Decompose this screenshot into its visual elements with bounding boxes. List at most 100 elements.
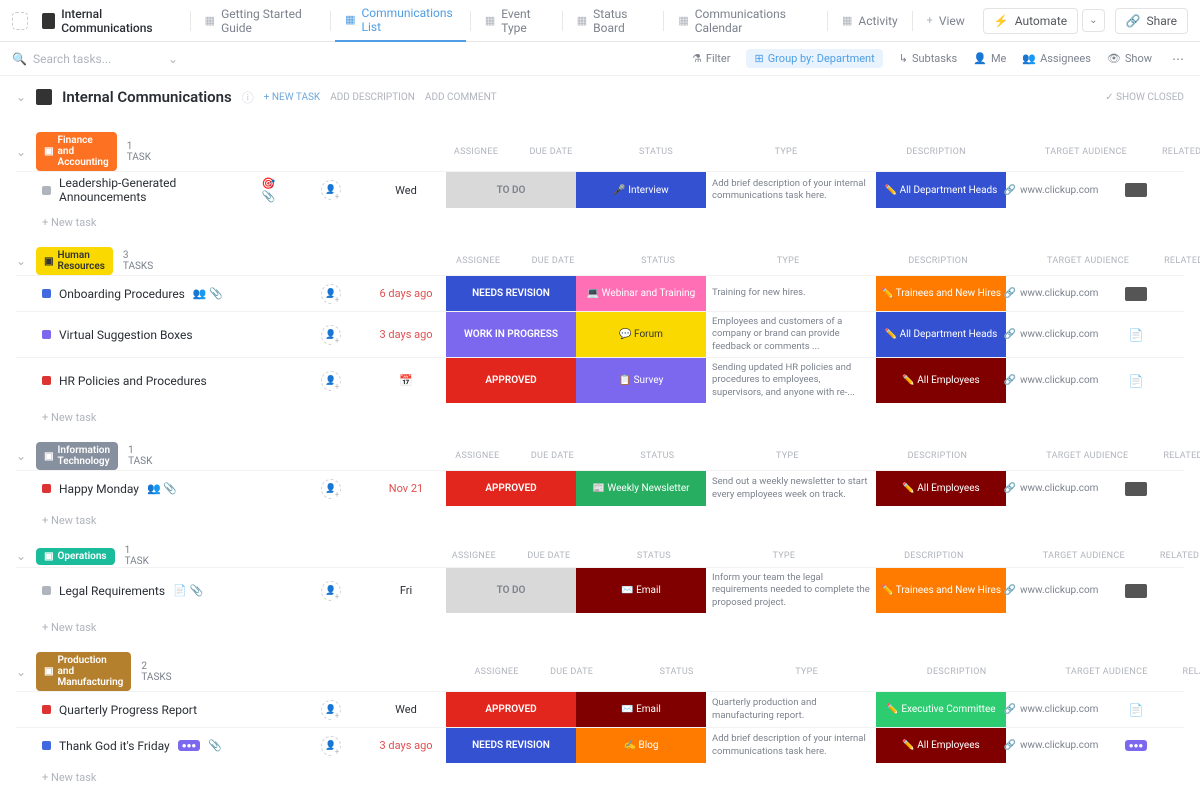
due-date-cell[interactable]: Nov 21 [366,471,446,506]
file-icon[interactable]: 📄 [1129,328,1144,342]
status-square-icon[interactable] [42,741,51,750]
link-cell[interactable]: 🔗www.clickup.com [1006,172,1096,208]
status-square-icon[interactable] [42,289,51,298]
assignee-cell[interactable]: 👤 [296,728,366,763]
file-icon[interactable]: 📄 [1129,703,1144,717]
task-name-cell[interactable]: Thank God it's Friday ●●● 📎 [16,728,296,763]
table-row[interactable]: Virtual Suggestion Boxes 👤 3 days ago WO… [16,311,1184,357]
audience-cell[interactable]: ✏️ Trainees and New Hires [876,568,1006,613]
files-cell[interactable] [1096,172,1176,208]
file-thumbnail[interactable] [1125,584,1147,598]
due-date-cell[interactable]: 6 days ago [366,276,446,311]
automate-dropdown[interactable]: ⌄ [1082,9,1104,32]
info-icon[interactable]: ⓘ [242,89,254,106]
search-input[interactable]: 🔍Search tasks... [12,52,152,66]
assignee-avatar[interactable]: 👤 [321,479,341,499]
file-thumbnail[interactable] [1125,183,1147,197]
file-thumbnail[interactable] [1125,482,1147,496]
tab-communications-calendar[interactable]: ▦Communications Calendar [668,0,823,42]
group-pill[interactable]: ▣Human Resources [36,247,113,275]
due-date-cell[interactable]: Wed [366,172,446,208]
due-date-cell[interactable]: Fri [366,568,446,613]
new-task-button[interactable]: + New task [16,208,1184,229]
due-date-cell[interactable]: 3 days ago [366,312,446,357]
tab-communications-list[interactable]: ▦Communications List [335,0,466,42]
audience-cell[interactable]: ✏️ All Employees [876,471,1006,506]
files-cell[interactable]: 📄 [1096,692,1176,727]
assignees-button[interactable]: 👥Assignees [1022,52,1091,65]
status-square-icon[interactable] [42,186,51,195]
status-cell[interactable]: APPROVED [446,471,576,506]
status-cell[interactable]: TO DO [446,172,576,208]
collapse-icon[interactable]: ⌄ [16,449,26,463]
assignee-cell[interactable]: 👤 [296,568,366,613]
assignee-avatar[interactable]: 👤 [321,736,341,756]
files-cell[interactable]: 📄 [1096,312,1176,357]
assignee-cell[interactable]: 👤 [296,358,366,403]
task-name-cell[interactable]: Virtual Suggestion Boxes [16,312,296,357]
new-task-button[interactable]: + New task [16,506,1184,527]
show-button[interactable]: 👁Show [1107,52,1152,65]
group-pill[interactable]: ▣Finance and Accounting [36,132,117,171]
assignee-avatar[interactable]: 👤 [321,180,341,200]
files-cell[interactable] [1096,276,1176,311]
collapse-icon[interactable]: ⌄ [16,549,26,563]
type-cell[interactable]: 💻 Webinar and Training [576,276,706,311]
group-by-button[interactable]: ⊞Group by: Department [746,49,882,68]
audience-cell[interactable]: ✏️ Executive Committee [876,692,1006,727]
files-cell[interactable]: ●●● [1096,728,1176,763]
assignee-cell[interactable]: 👤 [296,471,366,506]
type-cell[interactable]: 📋 Survey [576,358,706,403]
task-name-cell[interactable]: Happy Monday 👥 📎 [16,471,296,506]
tab-status-board[interactable]: ▦Status Board [567,0,660,42]
status-cell[interactable]: APPROVED [446,692,576,727]
type-cell[interactable]: 📰 Weekly Newsletter [576,471,706,506]
file-icon[interactable]: 📄 [1129,374,1144,388]
new-task-button[interactable]: + New task [16,403,1184,424]
type-cell[interactable]: 💬 Forum [576,312,706,357]
files-cell[interactable]: 📄 [1096,358,1176,403]
tab-activity[interactable]: ▦Activity [832,0,908,42]
status-square-icon[interactable] [42,705,51,714]
page-title-tab[interactable]: Internal Communications [32,0,186,42]
link-cell[interactable]: 🔗www.clickup.com [1006,692,1096,727]
task-name-cell[interactable]: Leadership-Generated Announcements 🎯 📎 [16,172,296,208]
table-row[interactable]: Quarterly Progress Report 👤 Wed APPROVED… [16,691,1184,727]
audience-cell[interactable]: ✏️ All Employees [876,728,1006,763]
link-cell[interactable]: 🔗www.clickup.com [1006,471,1096,506]
file-badge[interactable]: ●●● [1125,740,1148,751]
type-cell[interactable]: ✍️ Blog [576,728,706,763]
add-comment-link[interactable]: ADD COMMENT [425,92,497,103]
type-cell[interactable]: ✉️ Email [576,692,706,727]
more-menu[interactable]: ⋯ [1168,48,1188,70]
show-closed-link[interactable]: ✓ SHOW CLOSED [1105,92,1184,103]
assignee-cell[interactable]: 👤 [296,172,366,208]
status-cell[interactable]: WORK IN PROGRESS [446,312,576,357]
tab-event-type[interactable]: ▦Event Type [475,0,558,42]
due-date-cell[interactable]: Wed [366,692,446,727]
add-description-link[interactable]: ADD DESCRIPTION [330,92,415,103]
table-row[interactable]: Thank God it's Friday ●●● 📎 👤 3 days ago… [16,727,1184,763]
subtasks-button[interactable]: ↳Subtasks [899,52,958,65]
task-name-cell[interactable]: HR Policies and Procedures [16,358,296,403]
status-cell[interactable]: TO DO [446,568,576,613]
link-cell[interactable]: 🔗www.clickup.com [1006,312,1096,357]
due-date-cell[interactable]: 3 days ago [366,728,446,763]
table-row[interactable]: HR Policies and Procedures 👤 📅 APPROVED … [16,357,1184,403]
files-cell[interactable] [1096,471,1176,506]
task-name-cell[interactable]: Quarterly Progress Report [16,692,296,727]
add-view-button[interactable]: +View [917,0,975,42]
audience-cell[interactable]: ✏️ All Department Heads [876,312,1006,357]
new-task-button[interactable]: + New task [16,763,1184,784]
collapse-icon[interactable]: ⌄ [16,665,26,679]
automate-button[interactable]: ⚡Automate [983,8,1078,34]
search-dropdown-icon[interactable]: ⌄ [168,52,178,66]
link-cell[interactable]: 🔗www.clickup.com [1006,728,1096,763]
new-task-link[interactable]: + NEW TASK [264,92,320,103]
table-row[interactable]: Happy Monday 👥 📎 👤 Nov 21 APPROVED 📰 Wee… [16,470,1184,506]
me-button[interactable]: 👤Me [973,52,1006,65]
table-row[interactable]: Leadership-Generated Announcements 🎯 📎 👤… [16,171,1184,208]
group-pill[interactable]: ▣Information Technology [36,442,118,470]
file-thumbnail[interactable] [1125,287,1147,301]
task-name-cell[interactable]: Onboarding Procedures 👥 📎 [16,276,296,311]
